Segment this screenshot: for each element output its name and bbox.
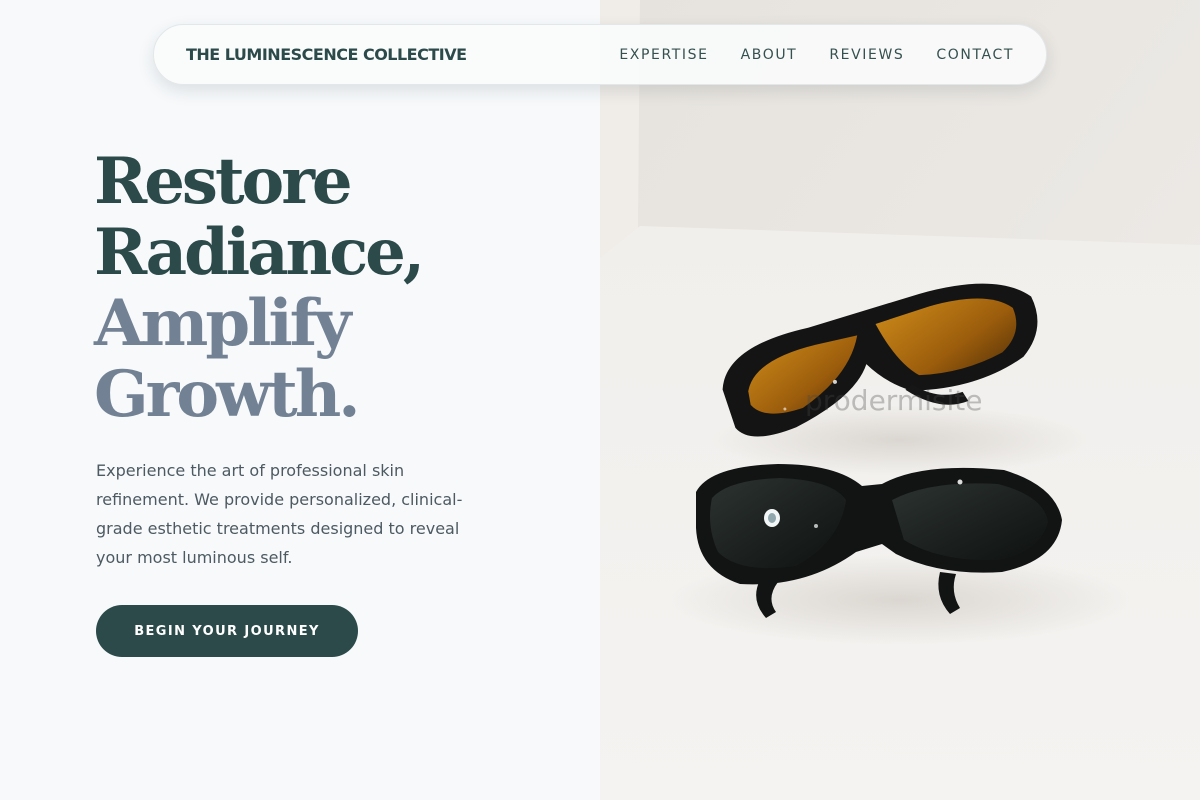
- hero-headline: Restore Radiance, Amplify Growth.: [94, 144, 425, 432]
- nav-link-about[interactable]: ABOUT: [741, 47, 798, 63]
- top-navigation-bar: THE LUMINESCENCE COLLECTIVE EXPERTISE AB…: [153, 24, 1047, 85]
- nav-links: EXPERTISE ABOUT REVIEWS CONTACT: [619, 47, 1014, 63]
- headline-line-radiance: Radiance,: [94, 215, 425, 290]
- nav-link-contact[interactable]: CONTACT: [936, 47, 1014, 63]
- hero-image: [600, 0, 1200, 800]
- landing-page: prodermisite THE LUMINESCENCE COLLECTIVE…: [0, 0, 1200, 800]
- brand-logo-text[interactable]: THE LUMINESCENCE COLLECTIVE: [186, 45, 467, 64]
- headline-line-amplify: Amplify: [94, 286, 351, 361]
- headline-line-growth: Growth.: [94, 357, 361, 432]
- hero-description: Experience the art of professional skin …: [96, 461, 463, 567]
- nav-link-expertise[interactable]: EXPERTISE: [619, 47, 708, 63]
- headline-line-restore: Restore: [94, 144, 353, 219]
- safety-goggles-photo: [600, 0, 1200, 800]
- nav-link-reviews[interactable]: REVIEWS: [829, 47, 904, 63]
- begin-journey-button[interactable]: BEGIN YOUR JOURNEY: [96, 605, 358, 657]
